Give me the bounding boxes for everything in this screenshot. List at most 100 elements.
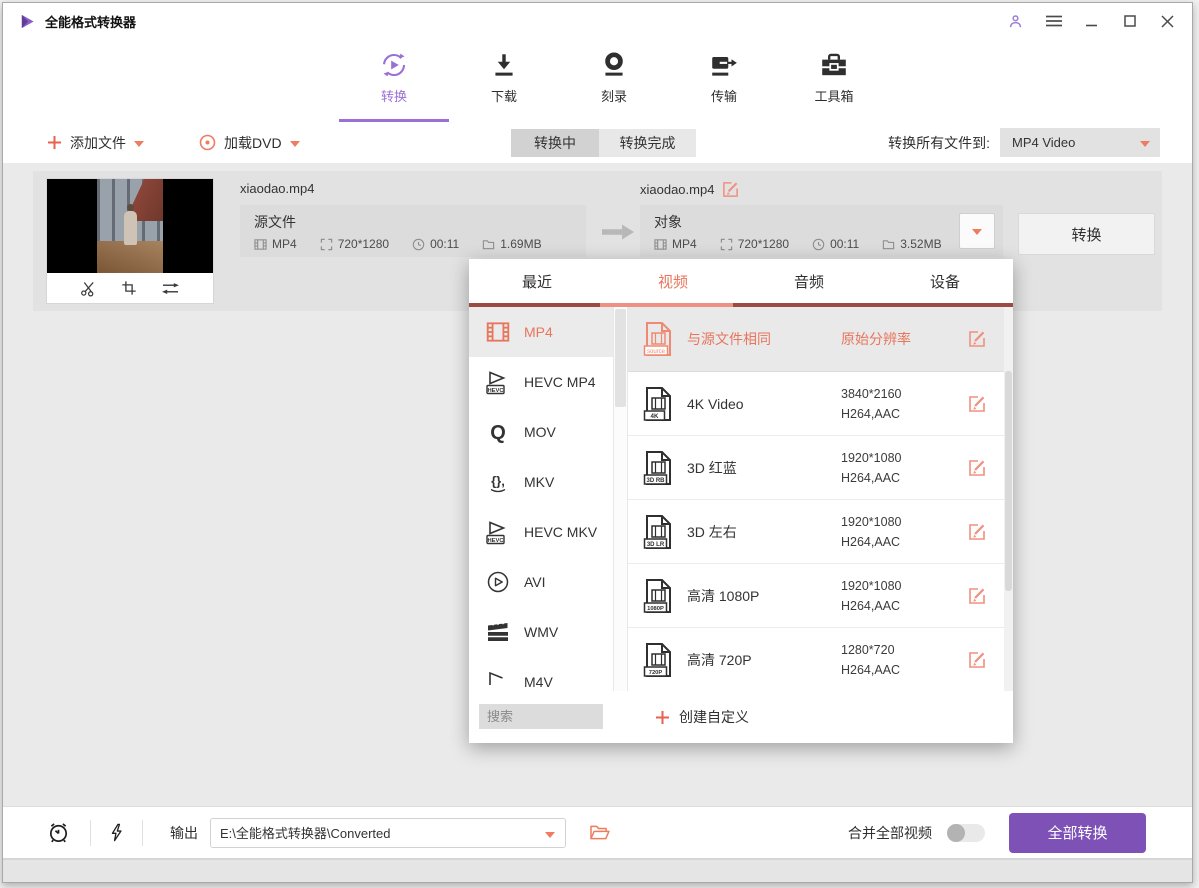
- preset-file-icon: 1080P: [643, 578, 673, 614]
- output-format-dropdown[interactable]: MP4 Video: [1000, 128, 1160, 157]
- target-filename-row: xiaodao.mp4: [640, 181, 739, 198]
- hevc-mkv-icon: HEVC: [485, 519, 511, 545]
- edit-preset-icon[interactable]: [968, 459, 986, 477]
- format-item-mp4[interactable]: MP4: [469, 307, 613, 357]
- preset-specs: 3840*2160H264,AAC: [841, 384, 901, 424]
- nav-tab-burn[interactable]: 刻录: [559, 45, 669, 111]
- preset-3d-redblue[interactable]: 3D RB 3D 红蓝 1920*1080H264,AAC: [628, 436, 1004, 500]
- toggle-knob[interactable]: [947, 824, 965, 842]
- format-item-hevc-mkv[interactable]: HEVC HEVC MKV: [469, 507, 613, 557]
- preset-specs: 1920*1080H264,AAC: [841, 448, 901, 488]
- nav-tab-transfer[interactable]: 传输: [669, 45, 779, 111]
- source-file-icon: source: [643, 321, 673, 357]
- convert-all-button[interactable]: 全部转换: [1009, 813, 1146, 853]
- popup-tabs: 最近 视频 音频 设备: [469, 259, 1013, 303]
- toolbar: 添加文件 加载DVD 转换中 转换完成 转换所有文件到: MP4 Video: [3, 122, 1192, 164]
- folder-icon: [482, 238, 495, 251]
- add-file-button[interactable]: 添加文件: [47, 122, 144, 163]
- popup-tab-video[interactable]: 视频: [605, 259, 741, 303]
- app-title: 全能格式转换器: [45, 12, 136, 31]
- format-item-wmv[interactable]: WMV: [469, 607, 613, 657]
- edit-preset-icon[interactable]: [968, 587, 986, 605]
- preset-title: 3D 左右: [687, 500, 737, 563]
- scrollbar-thumb[interactable]: [1005, 371, 1012, 591]
- preset-specs: 1920*1080H264,AAC: [841, 512, 901, 552]
- edit-preset-icon[interactable]: [968, 651, 986, 669]
- hardware-acceleration-icon[interactable]: [110, 822, 123, 843]
- source-box-title: 源文件: [254, 212, 586, 232]
- preset-dropdown-button[interactable]: [959, 213, 995, 249]
- preset-list-scrollbar[interactable]: [1004, 307, 1013, 691]
- preset-hd-720p[interactable]: 720P 高清 720P 1280*720H264,AAC: [628, 628, 1004, 691]
- crop-icon[interactable]: [121, 280, 137, 296]
- edit-preset-icon[interactable]: [968, 330, 986, 348]
- resolution-meta: 720*1280: [320, 237, 389, 251]
- nav-tab-toolbox[interactable]: 工具箱: [779, 45, 889, 111]
- preset-file-icon: 3D RB: [643, 450, 673, 486]
- adjust-effects-icon[interactable]: [161, 281, 180, 296]
- popup-footer: 创建自定义: [469, 691, 1013, 743]
- clock-icon: [412, 238, 425, 251]
- convert-icon: [379, 50, 409, 80]
- maximize-button[interactable]: [1121, 13, 1138, 30]
- format-label: WMV: [524, 624, 558, 640]
- divider: [90, 820, 91, 846]
- popup-tab-recent[interactable]: 最近: [469, 259, 605, 303]
- format-item-mov[interactable]: Q MOV: [469, 407, 613, 457]
- nav-tab-label: 转换: [381, 86, 407, 105]
- preset-file-icon: 720P: [643, 642, 673, 678]
- popup-tab-audio[interactable]: 音频: [741, 259, 877, 303]
- format-meta: MP4: [254, 237, 297, 251]
- create-custom-button[interactable]: 创建自定义: [655, 691, 749, 743]
- source-filename: xiaodao.mp4: [240, 181, 314, 196]
- format-item-hevc-mp4[interactable]: HEVC HEVC MP4: [469, 357, 613, 407]
- transfer-icon: [709, 50, 739, 80]
- trim-scissors-icon[interactable]: [80, 280, 97, 297]
- preset-file-icon: 3D LR: [643, 514, 673, 550]
- load-dvd-button[interactable]: 加载DVD: [199, 122, 300, 163]
- nav-tab-label: 传输: [711, 86, 737, 105]
- rename-edit-icon[interactable]: [722, 181, 739, 198]
- tab-converting[interactable]: 转换中: [511, 129, 599, 157]
- close-button[interactable]: [1159, 13, 1176, 30]
- scrollbar-thumb[interactable]: [615, 309, 626, 407]
- preset-hd-1080p[interactable]: 1080P 高清 1080P 1920*1080H264,AAC: [628, 564, 1004, 628]
- preset-3d-leftright[interactable]: 3D LR 3D 左右 1920*1080H264,AAC: [628, 500, 1004, 564]
- chevron-down-icon[interactable]: [545, 832, 555, 838]
- preset-4k-video[interactable]: 4K 4K Video 3840*2160H264,AAC: [628, 372, 1004, 436]
- edit-preset-icon[interactable]: [968, 523, 986, 541]
- format-list-scrollbar[interactable]: [613, 307, 628, 691]
- format-label: HEVC MP4: [524, 374, 596, 390]
- format-label: AVI: [524, 574, 546, 590]
- nav-tab-download[interactable]: 下载: [449, 45, 559, 111]
- format-item-avi[interactable]: AVI: [469, 557, 613, 607]
- chevron-down-icon: [1140, 141, 1150, 147]
- popup-tab-device[interactable]: 设备: [877, 259, 1013, 303]
- schedule-alarm-icon[interactable]: [47, 821, 70, 844]
- nav-tab-label: 刻录: [601, 86, 627, 105]
- nav-tab-convert[interactable]: 转换: [339, 45, 449, 111]
- edit-preset-icon[interactable]: [968, 395, 986, 413]
- tab-completed[interactable]: 转换完成: [599, 129, 696, 157]
- format-item-m4v[interactable]: M4V: [469, 657, 613, 691]
- merge-videos-toggle[interactable]: [947, 824, 985, 842]
- preset-title: 3D 红蓝: [687, 436, 737, 499]
- convert-button[interactable]: 转换: [1018, 213, 1155, 255]
- wmv-clapperboard-icon: [485, 619, 511, 645]
- plus-icon: [655, 710, 670, 725]
- minimize-button[interactable]: [1083, 13, 1100, 30]
- output-path-input[interactable]: [210, 818, 566, 848]
- menu-icon[interactable]: [1045, 13, 1062, 30]
- chevron-down-icon[interactable]: [290, 141, 300, 147]
- open-folder-icon[interactable]: [589, 824, 610, 841]
- output-label: 输出: [170, 823, 198, 843]
- format-item-mkv[interactable]: {}, MKV: [469, 457, 613, 507]
- preset-same-as-source[interactable]: source 与源文件相同 原始分辨率: [628, 307, 1004, 372]
- video-thumbnail[interactable]: [47, 179, 213, 303]
- account-icon[interactable]: [1007, 13, 1024, 30]
- chevron-down-icon: [972, 229, 982, 235]
- title-bar: 全能格式转换器: [3, 3, 1192, 39]
- chevron-down-icon[interactable]: [134, 141, 144, 147]
- folder-icon: [882, 238, 895, 251]
- search-input[interactable]: [479, 704, 603, 729]
